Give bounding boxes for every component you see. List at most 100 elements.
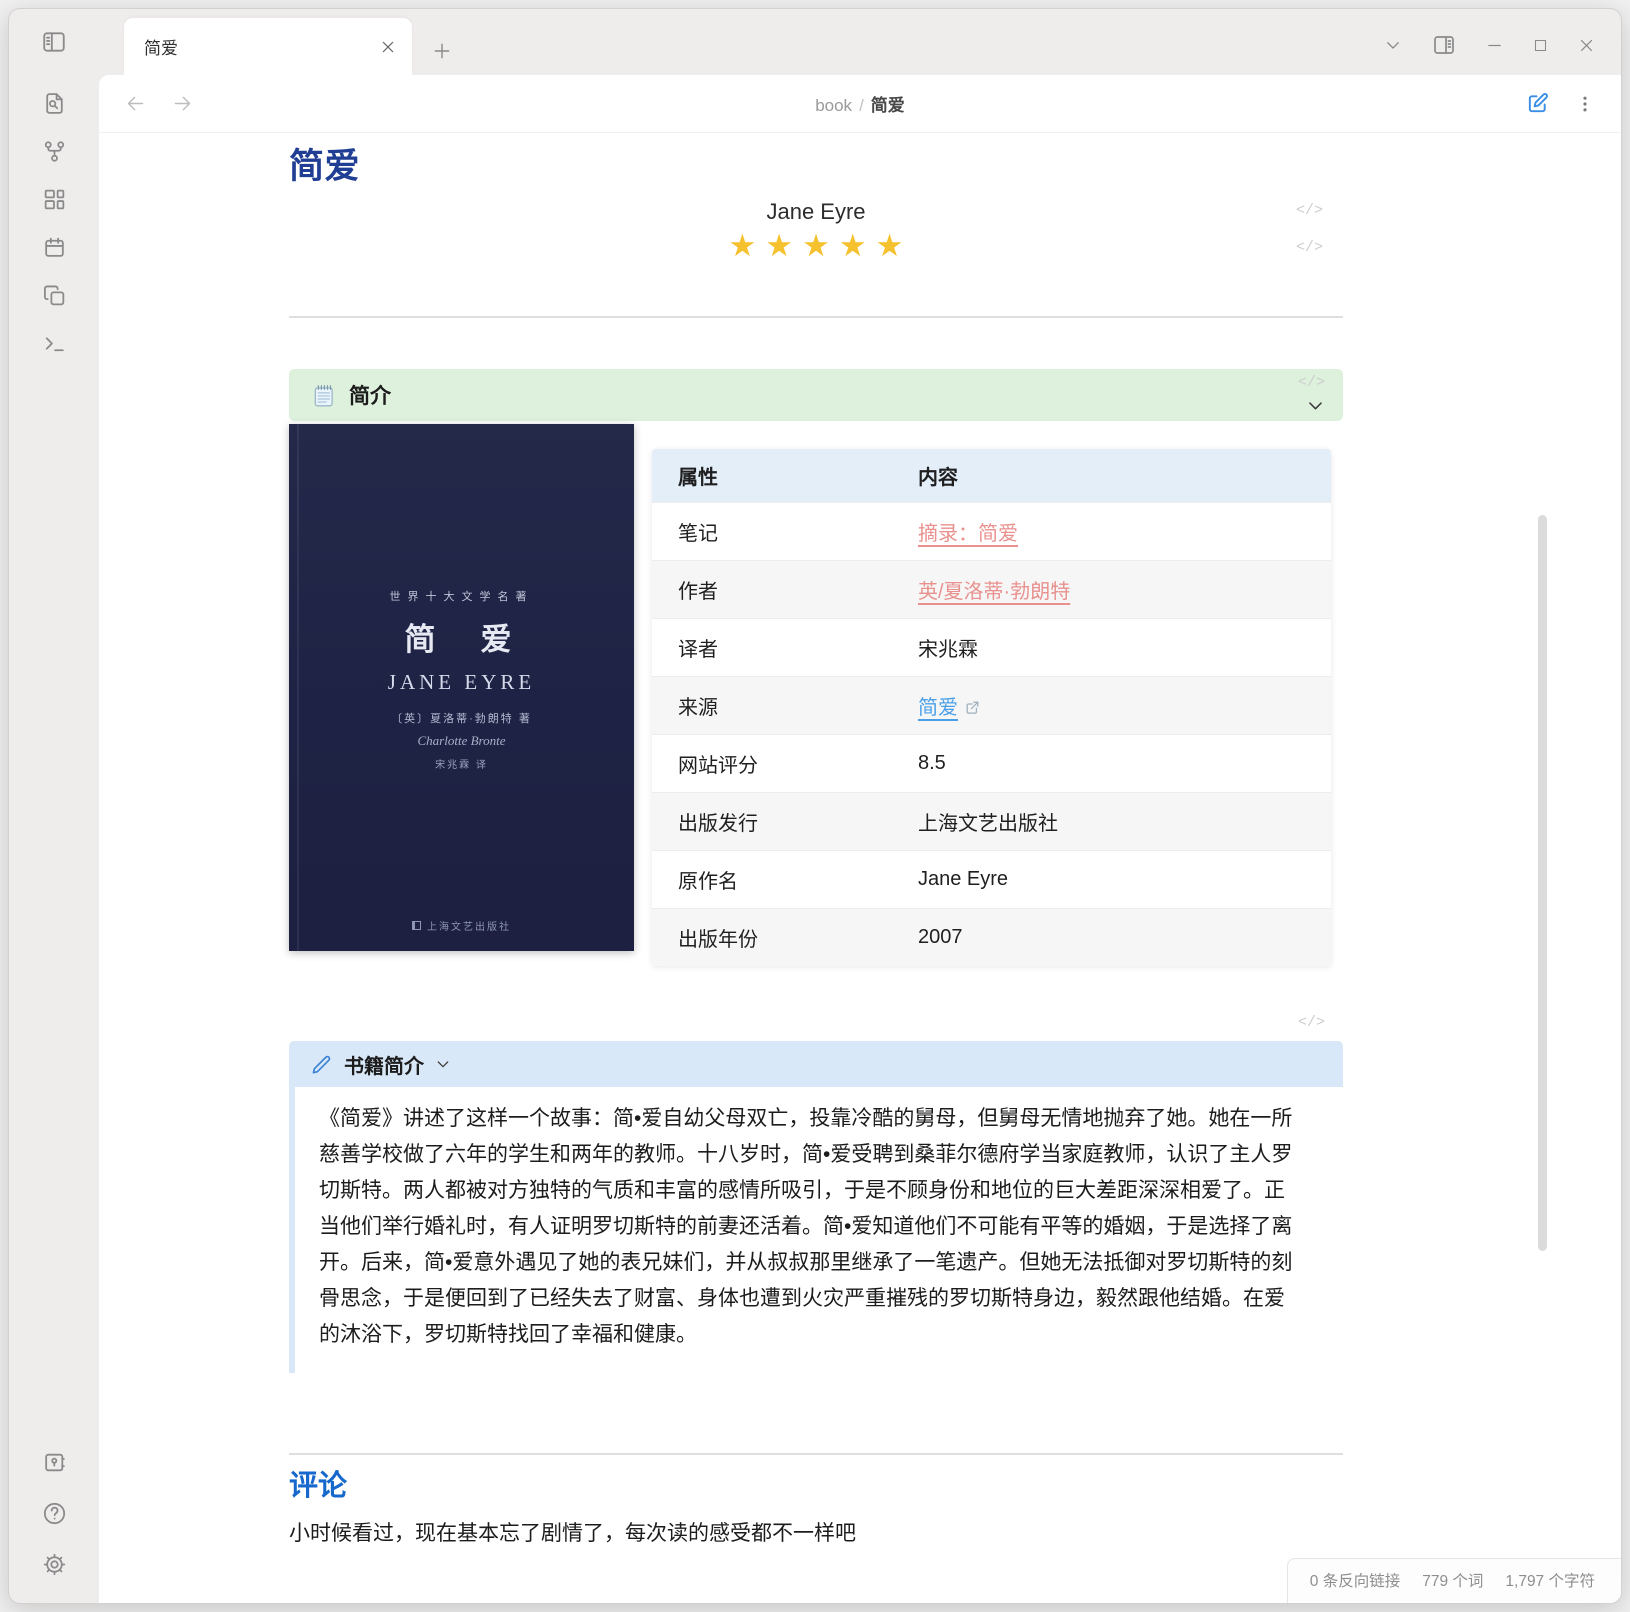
edit-block-icon[interactable]: </> — [1298, 374, 1325, 391]
new-tab-button[interactable] — [432, 41, 452, 61]
edit-block-icon[interactable]: </> — [1296, 202, 1323, 219]
settings-button[interactable] — [42, 1552, 67, 1577]
scrollbar-thumb[interactable] — [1538, 515, 1547, 1251]
comments-heading: 评论 — [289, 1467, 1343, 1505]
dashboard-icon — [42, 187, 67, 212]
tab-list-chevron-icon — [1384, 36, 1402, 54]
graph-view-button[interactable] — [42, 139, 67, 164]
book-subtitle: Jane Eyre — [289, 199, 1343, 225]
hero-block: Jane Eyre ★★★★★ </> </> — [289, 199, 1343, 263]
edit-block-icon[interactable]: </> — [1296, 239, 1323, 256]
table-header-row: 属性 内容 — [652, 449, 1331, 503]
star-rating: ★★★★★ — [289, 229, 1343, 263]
collapse-summary-button[interactable] — [435, 1056, 451, 1072]
status-char-count[interactable]: 1,797 个字符 — [1505, 1569, 1595, 1591]
new-tab-icon — [432, 41, 452, 61]
chevron-down-icon — [435, 1056, 451, 1072]
notepad-emoji-icon — [311, 382, 337, 409]
cover-title-en: JANE EYRE — [289, 670, 634, 695]
vault-icon — [42, 1450, 67, 1475]
property-row: 原作名Jane Eyre — [652, 851, 1331, 909]
editor-pane: book/简爱 简爱 Jane Eyre — [99, 75, 1621, 1603]
column-header-content: 内容 — [892, 449, 1331, 503]
property-row: 出版年份2007 — [652, 909, 1331, 967]
collapse-intro-button[interactable] — [1306, 396, 1325, 415]
property-label: 译者 — [652, 619, 892, 677]
vault-switcher-button[interactable] — [42, 1450, 67, 1475]
calendar-button[interactable] — [42, 235, 67, 260]
publisher-logo-icon — [412, 921, 421, 930]
breadcrumb[interactable]: book/简爱 — [99, 91, 1621, 116]
properties-table: 属性 内容 笔记 摘录：简爱作者 英/夏洛蒂·勃朗特译者宋兆霖来源 简爱网站评分8.5… — [652, 449, 1331, 966]
maximize-window-button[interactable] — [1533, 38, 1548, 53]
terminal-icon — [42, 331, 67, 356]
cover-title-cn: 简 爱 — [289, 614, 634, 659]
tab-jane-eyre[interactable]: 简爱 — [124, 18, 412, 75]
note-content: 简爱 Jane Eyre ★★★★★ </> </> — [289, 133, 1343, 1551]
close-tab-button[interactable] — [380, 39, 396, 55]
app-window: 简爱 — [8, 8, 1622, 1604]
intro-callout: 简介 </> 世界十大文学名著 简 爱 JANE EYRE 〔英〕夏洛蒂·勃朗特… — [289, 369, 1343, 966]
property-value: 摘录：简爱 — [892, 503, 1331, 561]
dashboard-button[interactable] — [42, 187, 67, 212]
divider — [289, 316, 1343, 318]
status-bar: 0 条反向链接 779 个词 1,797 个字符 — [1287, 1558, 1621, 1603]
status-backlinks[interactable]: 0 条反向链接 — [1310, 1569, 1400, 1591]
calendar-icon — [42, 235, 67, 260]
property-value: 上海文艺出版社 — [892, 793, 1331, 851]
status-word-count[interactable]: 779 个词 — [1422, 1569, 1483, 1591]
cover-translator: 宋兆霖 译 — [289, 756, 634, 771]
toggle-right-sidebar-button[interactable] — [1432, 33, 1456, 57]
property-label: 作者 — [652, 561, 892, 619]
pencil-icon — [311, 1054, 332, 1075]
close-tab-icon — [380, 39, 396, 55]
property-label: 网站评分 — [652, 735, 892, 793]
property-row: 笔记 摘录：简爱 — [652, 503, 1331, 561]
breadcrumb-parent[interactable]: book — [815, 96, 852, 115]
cover-author-en: Charlotte Bronte — [289, 733, 634, 749]
chevron-down-icon — [1306, 396, 1325, 415]
maximize-icon — [1533, 38, 1548, 53]
left-ribbon — [9, 75, 99, 1603]
settings-gear-icon — [42, 1552, 67, 1577]
templates-button[interactable] — [42, 283, 67, 308]
intro-callout-header[interactable]: 简介 — [289, 369, 1343, 421]
breadcrumb-current: 简爱 — [871, 96, 905, 115]
tab-title: 简爱 — [144, 34, 380, 59]
internal-link[interactable]: 英/夏洛蒂·勃朗特 — [918, 581, 1070, 603]
internal-link[interactable]: 摘录：简爱 — [918, 523, 1018, 545]
property-row: 作者 英/夏洛蒂·勃朗特 — [652, 561, 1331, 619]
property-label: 来源 — [652, 677, 892, 735]
close-window-button[interactable] — [1578, 37, 1595, 54]
summary-callout-header[interactable]: 书籍简介 — [289, 1041, 1343, 1087]
panel-right-icon — [1432, 33, 1456, 57]
divider — [289, 1453, 1343, 1455]
file-search-button[interactable] — [42, 91, 67, 116]
property-value: 宋兆霖 — [892, 619, 1331, 677]
terminal-button[interactable] — [42, 331, 67, 356]
property-value: 8.5 — [892, 735, 1331, 793]
column-header-property: 属性 — [652, 449, 892, 503]
property-value: Jane Eyre — [892, 851, 1331, 909]
external-link[interactable]: 简爱 — [918, 697, 958, 719]
close-window-icon — [1578, 37, 1595, 54]
tab-list-button[interactable] — [1384, 36, 1402, 54]
help-button[interactable] — [42, 1501, 67, 1526]
toggle-left-sidebar-button[interactable] — [41, 29, 67, 55]
cover-publisher: 上海文艺出版社 — [289, 918, 634, 933]
edit-block-icon[interactable]: </> — [1298, 1014, 1325, 1031]
cover-author: 〔英〕夏洛蒂·勃朗特 著 — [289, 710, 634, 726]
property-label: 笔记 — [652, 503, 892, 561]
comment-text: 小时候看过，现在基本忘了剧情了，每次读的感受都不一样吧 — [289, 1517, 1343, 1551]
help-icon — [42, 1501, 67, 1526]
property-label: 出版发行 — [652, 793, 892, 851]
property-value: 英/夏洛蒂·勃朗特 — [892, 561, 1331, 619]
page-title: 简爱 — [289, 147, 1343, 187]
property-label: 原作名 — [652, 851, 892, 909]
graph-icon — [42, 139, 67, 164]
external-link-icon — [964, 699, 981, 716]
property-value: 简爱 — [892, 677, 1331, 735]
minimize-window-button[interactable] — [1486, 37, 1503, 54]
minimize-icon — [1486, 37, 1503, 54]
book-cover-image[interactable]: 世界十大文学名著 简 爱 JANE EYRE 〔英〕夏洛蒂·勃朗特 著 Char… — [289, 424, 634, 951]
